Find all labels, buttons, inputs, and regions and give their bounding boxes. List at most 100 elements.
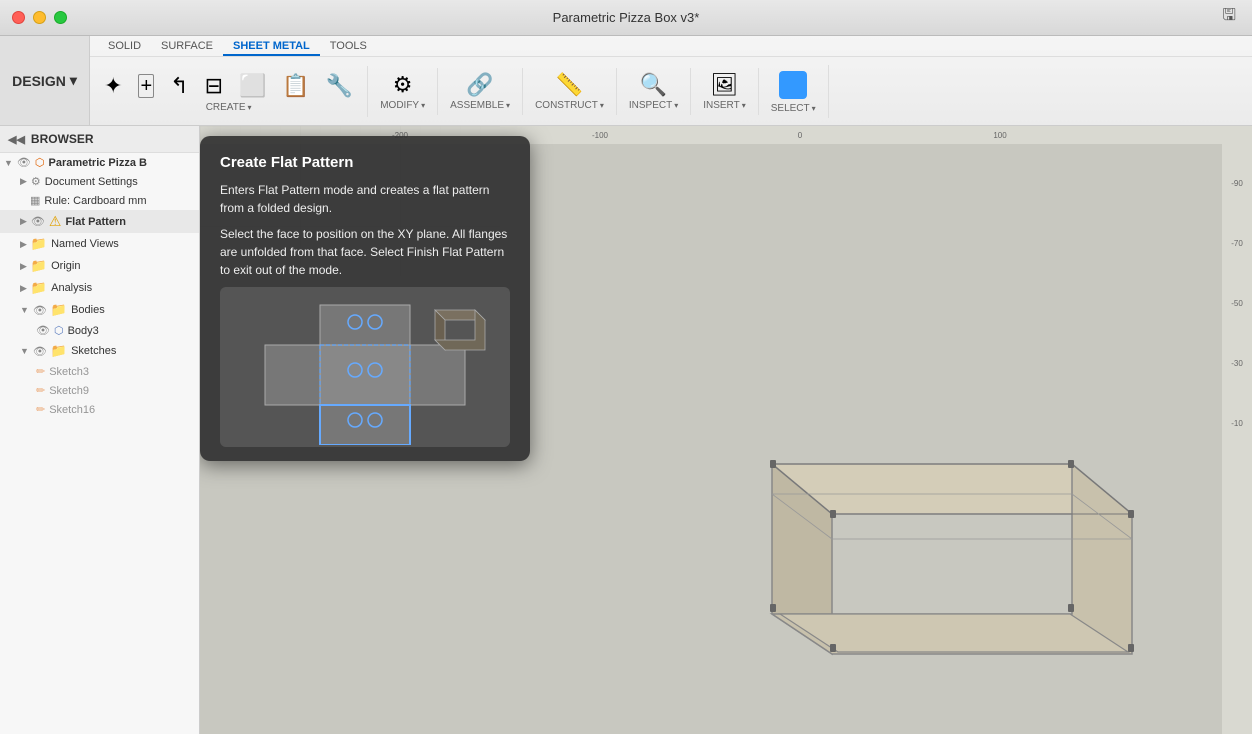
svg-text:-70: -70	[1231, 239, 1243, 248]
root-label: Parametric Pizza B	[49, 157, 147, 169]
sketches-eye-icon[interactable]: 👁	[33, 345, 47, 358]
body3-icon: ⬡	[54, 324, 64, 337]
sidebar-item-sketch3[interactable]: ✏ Sketch3	[0, 362, 199, 381]
create-tool-3[interactable]: ⬜	[233, 73, 272, 99]
assemble-label[interactable]: ASSEMBLE ▾	[450, 100, 510, 111]
inspect-tool[interactable]: 🔍	[634, 72, 673, 98]
create-tool-flange[interactable]: ⊟	[199, 73, 229, 99]
create-label[interactable]: CREATE ▾	[206, 102, 252, 113]
inspect-label[interactable]: INSPECT ▾	[629, 100, 678, 111]
assemble-arrow: ▾	[506, 101, 510, 110]
modify-arrow: ▾	[421, 101, 425, 110]
bodies-eye-icon[interactable]: 👁	[33, 304, 47, 317]
modify-section: ⚙ MODIFY ▾	[368, 68, 438, 115]
tooltip-popup: Create Flat Pattern Enters Flat Pattern …	[200, 136, 530, 461]
sidebar-item-sketch9[interactable]: ✏ Sketch9	[0, 381, 199, 400]
root-icon: ⬡	[35, 156, 45, 169]
flat-pattern-arrow: ▶	[20, 216, 27, 227]
browser-label: BROWSER	[31, 132, 94, 146]
construct-icon: 📏	[556, 74, 583, 96]
sidebar-item-named-views[interactable]: ▶ 📁 Named Views	[0, 233, 199, 255]
create-tool-bend[interactable]: ↰	[164, 73, 194, 99]
sketches-label: Sketches	[71, 345, 116, 357]
create-tool-1[interactable]: ✦	[98, 73, 128, 99]
pizza-box-3d	[672, 404, 1192, 684]
svg-text:0: 0	[798, 131, 803, 140]
tab-solid[interactable]: SOLID	[98, 38, 151, 56]
sketch9-label: Sketch9	[49, 385, 89, 397]
body3-eye-icon[interactable]: 👁	[36, 324, 50, 337]
select-section: SELECT ▾	[759, 65, 829, 118]
close-button[interactable]	[12, 11, 25, 24]
unfold-icon: ⬜	[239, 75, 266, 97]
ruler-markings: -90 -70 -50 -30 -10	[1222, 126, 1252, 734]
create-arrow: ▾	[248, 103, 252, 112]
collapse-icon[interactable]: ◀◀	[8, 133, 25, 146]
sidebar-item-bodies[interactable]: ▼ 👁 📁 Bodies	[0, 299, 199, 321]
svg-text:100: 100	[993, 131, 1007, 140]
sidebar-item-doc-settings[interactable]: ▶ ⚙ Document Settings	[0, 172, 199, 191]
root-expand-arrow: ▼	[4, 158, 13, 168]
root-eye-icon[interactable]: 👁	[17, 156, 31, 169]
sidebar-item-body3[interactable]: 👁 ⬡ Body3	[0, 321, 199, 340]
sketches-folder-icon: 📁	[51, 343, 67, 359]
construct-arrow: ▾	[600, 101, 604, 110]
analysis-label: Analysis	[51, 282, 92, 294]
analysis-folder-icon: 📁	[31, 280, 47, 296]
tab-tools[interactable]: TOOLS	[320, 38, 377, 56]
design-arrow: ▾	[70, 72, 77, 89]
select-tool[interactable]	[773, 69, 813, 101]
minimize-button[interactable]	[33, 11, 46, 24]
assemble-section: 🔗 ASSEMBLE ▾	[438, 68, 523, 115]
window-title: Parametric Pizza Box v3*	[553, 10, 700, 25]
tab-sheet-metal[interactable]: SHEET METAL	[223, 38, 320, 56]
sidebar-item-sketch16[interactable]: ✏ Sketch16	[0, 400, 199, 419]
maximize-button[interactable]	[54, 11, 67, 24]
viewport-canvas[interactable]: Create Flat Pattern Enters Flat Pattern …	[200, 126, 1252, 734]
sidebar-item-root[interactable]: ▼ 👁 ⬡ Parametric Pizza B	[0, 153, 199, 172]
select-arrow: ▾	[812, 104, 816, 113]
sketches-arrow: ▼	[20, 346, 29, 356]
create-section: ✦ + ↰ ⊟ ⬜ 📋	[90, 66, 368, 117]
gear-icon: ⚙	[31, 175, 41, 188]
sketch3-icon: ✏	[36, 365, 45, 378]
sidebar-item-flat-pattern[interactable]: ▶ 👁 ⚠ Flat Pattern	[0, 210, 199, 233]
analysis-arrow: ▶	[20, 283, 27, 294]
select-label[interactable]: SELECT ▾	[771, 103, 816, 114]
rule-icon: ▦	[30, 194, 40, 207]
create-tool-5[interactable]: 🔧	[320, 73, 359, 99]
toolbar: DESIGN ▾ SOLID SURFACE SHEET METAL TOOLS…	[0, 36, 1252, 126]
tooltip-desc-2: Select the face to position on the XY pl…	[220, 225, 510, 279]
svg-text:-100: -100	[592, 131, 609, 140]
create-tool-2[interactable]: +	[132, 72, 160, 100]
create-tool-4[interactable]: 📋	[276, 73, 315, 99]
bodies-arrow: ▼	[20, 305, 29, 315]
sketch3-label: Sketch3	[49, 366, 89, 378]
flat-pattern-eye-icon[interactable]: 👁	[31, 215, 45, 228]
insert-tool[interactable]: 🖼	[705, 72, 745, 98]
sidebar-item-analysis[interactable]: ▶ 📁 Analysis	[0, 277, 199, 299]
construct-label[interactable]: CONSTRUCT ▾	[535, 100, 604, 111]
insert-section: 🖼 INSERT ▾	[691, 68, 759, 115]
design-button[interactable]: DESIGN ▾	[0, 36, 90, 125]
star-icon: ✦	[104, 75, 122, 97]
tooltip-title: Create Flat Pattern	[220, 154, 510, 171]
main-area: ◀◀ BROWSER ▼ 👁 ⬡ Parametric Pizza B ▶ ⚙ …	[0, 126, 1252, 734]
modify-label[interactable]: MODIFY ▾	[380, 100, 425, 111]
insert-icon: 🖼	[711, 74, 739, 96]
assemble-tool[interactable]: 🔗	[460, 72, 499, 98]
sidebar-item-origin[interactable]: ▶ 📁 Origin	[0, 255, 199, 277]
modify-tool[interactable]: ⚙	[387, 72, 419, 98]
insert-label[interactable]: INSERT ▾	[703, 100, 746, 111]
svg-text:-90: -90	[1231, 179, 1243, 188]
flat-pattern-label: Flat Pattern	[65, 216, 126, 228]
sketch16-label: Sketch16	[49, 404, 95, 416]
sidebar: ◀◀ BROWSER ▼ 👁 ⬡ Parametric Pizza B ▶ ⚙ …	[0, 126, 200, 734]
sidebar-item-rule[interactable]: ▦ Rule: Cardboard mm	[0, 191, 199, 210]
browser-header: ◀◀ BROWSER	[0, 126, 199, 153]
save-icon[interactable]: 🖫	[1222, 4, 1236, 31]
tab-surface[interactable]: SURFACE	[151, 38, 223, 56]
construct-tool[interactable]: 📏	[550, 72, 589, 98]
titlebar-left-icons: 🖫	[1222, 4, 1236, 31]
sidebar-item-sketches[interactable]: ▼ 👁 📁 Sketches	[0, 340, 199, 362]
